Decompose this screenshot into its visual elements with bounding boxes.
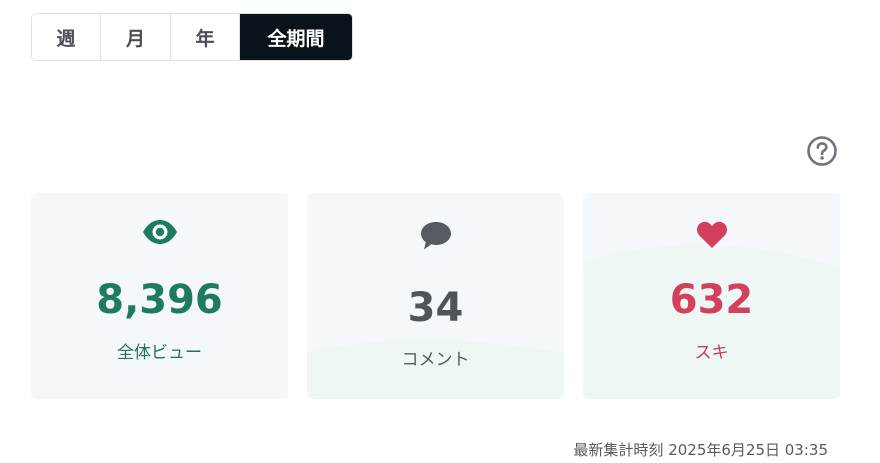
heart-icon	[696, 221, 727, 248]
views-card: 8,396 全体ビュー	[31, 193, 288, 399]
last-updated-time: 2025年6月25日 03:35	[668, 441, 828, 459]
tab-all-time[interactable]: 全期間	[240, 14, 352, 60]
likes-label: スキ	[694, 343, 729, 363]
comments-card: 34 コメント	[307, 193, 564, 399]
comments-label: コメント	[401, 350, 470, 370]
comments-value: 34	[407, 285, 464, 331]
period-tabs: 週 月 年 全期間	[31, 13, 353, 61]
tab-year[interactable]: 年	[171, 14, 240, 60]
last-updated: 最新集計時刻 2025年6月25日 03:35	[573, 439, 828, 460]
speech-bubble-icon	[420, 222, 451, 250]
question-circle-icon[interactable]	[806, 135, 838, 167]
views-value: 8,396	[96, 277, 223, 323]
last-updated-label: 最新集計時刻	[573, 441, 664, 459]
views-label: 全体ビュー	[117, 343, 202, 363]
eye-icon	[142, 220, 177, 244]
tab-month[interactable]: 月	[101, 14, 171, 60]
likes-card: 632 スキ	[583, 193, 840, 399]
likes-value: 632	[669, 277, 754, 323]
tab-week[interactable]: 週	[32, 14, 101, 60]
